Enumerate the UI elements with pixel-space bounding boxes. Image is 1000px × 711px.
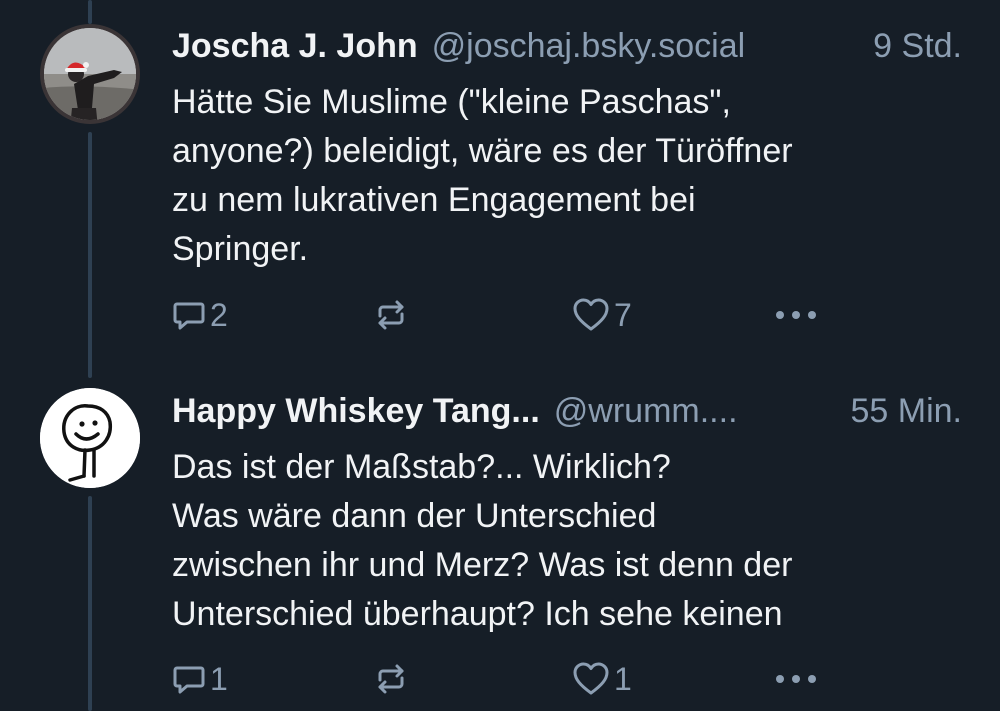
reply-button[interactable]: 1	[172, 659, 228, 699]
post-text: Hätte Sie Muslime ("kleine Paschas", any…	[172, 78, 962, 274]
text-line: Springer.	[172, 230, 309, 268]
like-count: 7	[614, 296, 632, 333]
like-button[interactable]: 7	[572, 295, 632, 335]
ellipsis-icon	[776, 675, 816, 683]
repost-icon	[378, 664, 404, 694]
post[interactable]: Joscha J. John @joschaj.bsky.social 9 St…	[0, 0, 1000, 370]
text-line: zu nem lukrativen Engagement bei	[172, 181, 696, 219]
author-handle[interactable]: @wrumm....	[554, 387, 833, 435]
post-actions: 2 7	[172, 295, 832, 335]
reply-icon	[173, 666, 205, 694]
text-line: Unterschied überhaupt? Ich sehe keinen	[172, 595, 783, 633]
avatar[interactable]	[40, 388, 140, 488]
post-text: Das ist der Maßstab?... Wirklich? Was wä…	[172, 443, 962, 639]
text-line: Was wäre dann der Unterschied	[172, 497, 657, 535]
heart-icon	[573, 298, 609, 331]
repost-button[interactable]	[372, 295, 410, 335]
smiley-stick-figure-icon	[40, 388, 140, 488]
heart-icon	[573, 662, 609, 695]
text-line: zwischen ihr und Merz? Was ist denn der	[172, 546, 793, 584]
text-line: Das ist der Maßstab?... Wirklich?	[172, 448, 671, 486]
author-name[interactable]: Happy Whiskey Tang...	[172, 387, 540, 435]
avatar[interactable]	[40, 24, 140, 124]
reply-count: 2	[210, 296, 228, 333]
text-line: anyone?) beleidigt, wäre es der Türöffne…	[172, 132, 793, 170]
post-header: Joscha J. John @joschaj.bsky.social 9 St…	[172, 22, 962, 70]
post-actions: 1 1	[172, 659, 832, 699]
reply-button[interactable]: 2	[172, 295, 228, 335]
post-time[interactable]: 9 Std.	[873, 22, 962, 70]
repost-icon	[378, 300, 404, 330]
more-options-button[interactable]	[774, 659, 818, 699]
like-count: 1	[614, 660, 632, 697]
photo-avatar-icon	[44, 28, 136, 120]
post-thread: Joscha J. John @joschaj.bsky.social 9 St…	[0, 0, 1000, 711]
repost-button[interactable]	[372, 659, 410, 699]
post-time[interactable]: 55 Min.	[851, 387, 963, 435]
reply-count: 1	[210, 660, 228, 697]
post-header: Happy Whiskey Tang... @wrumm.... 55 Min.	[172, 387, 962, 435]
author-handle[interactable]: @joschaj.bsky.social	[432, 22, 856, 70]
text-line: Hätte Sie Muslime ("kleine Paschas",	[172, 83, 731, 121]
author-name[interactable]: Joscha J. John	[172, 22, 418, 70]
post[interactable]: Happy Whiskey Tang... @wrumm.... 55 Min.…	[0, 370, 1000, 711]
reply-icon	[173, 302, 205, 330]
more-options-button[interactable]	[774, 295, 818, 335]
ellipsis-icon	[776, 311, 816, 319]
like-button[interactable]: 1	[572, 659, 632, 699]
